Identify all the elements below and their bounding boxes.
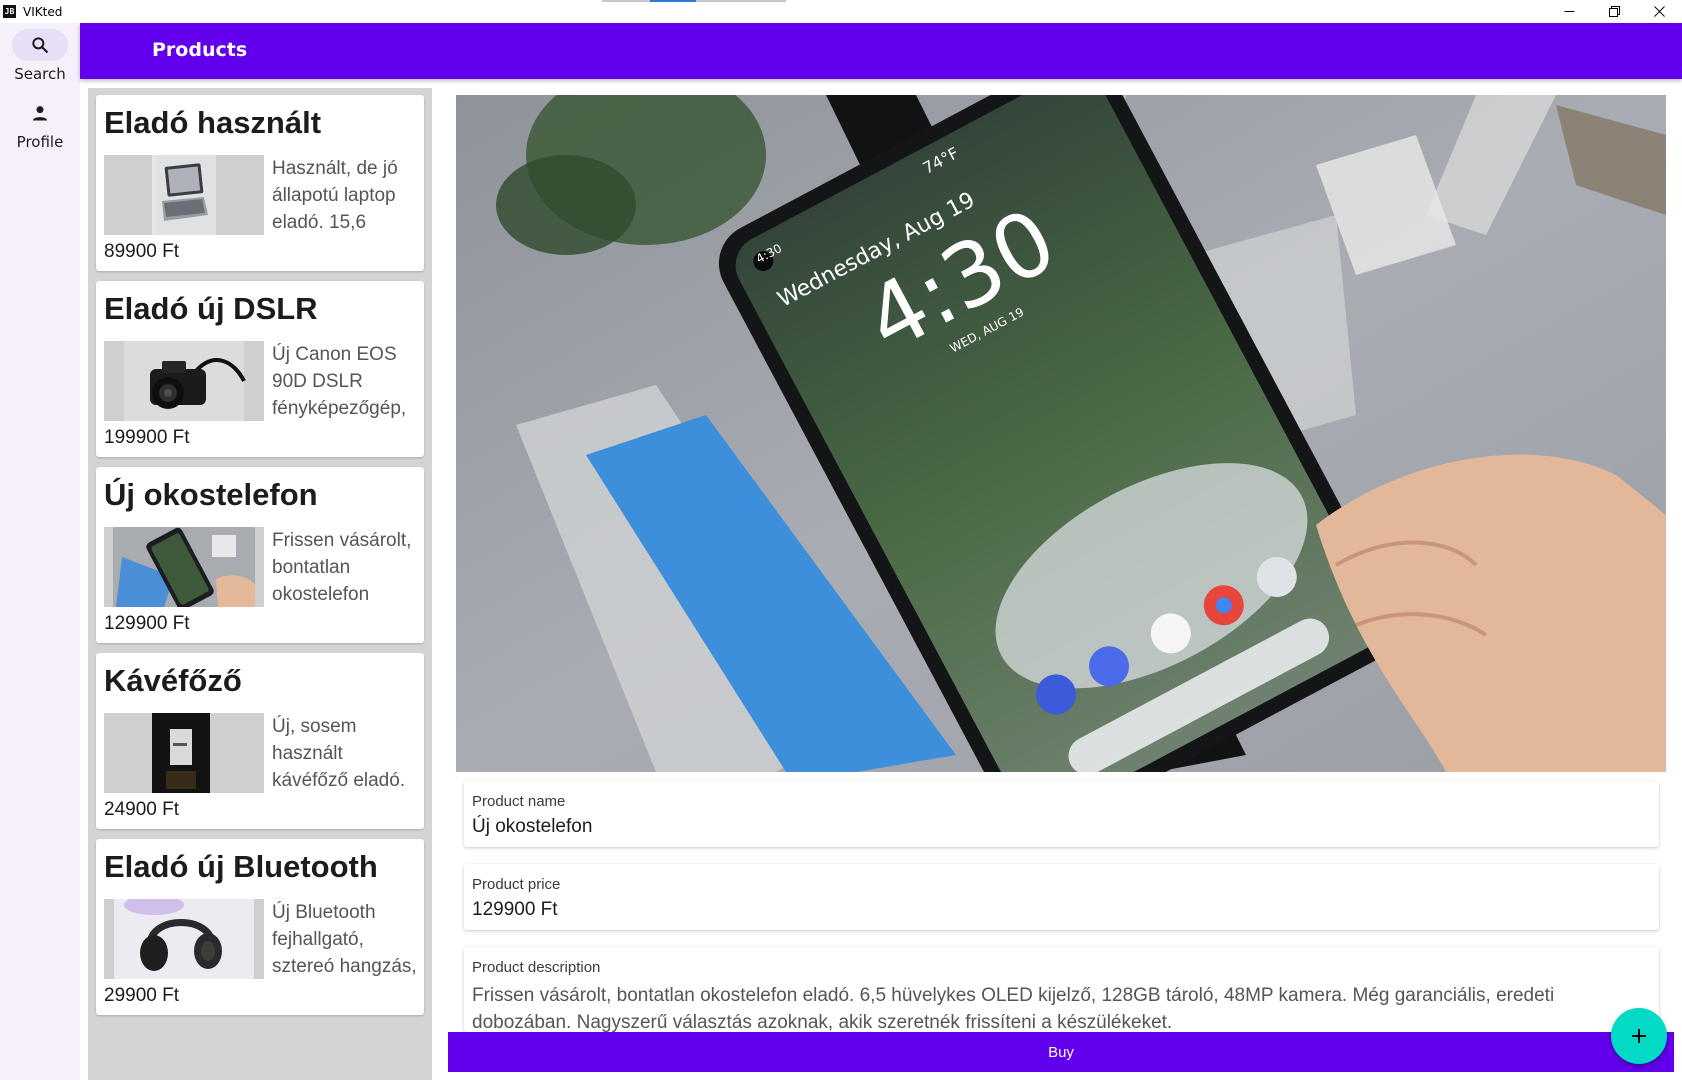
person-icon: [32, 106, 48, 121]
product-price: 24900 Ft: [104, 799, 179, 820]
search-icon: [32, 37, 49, 54]
product-card[interactable]: Eladó új DSLR Új Canon EOS 90D DSLR fény…: [96, 281, 424, 457]
product-image: 4:30 Wednesday, Aug 19 WED, AUG 19 4:30 …: [456, 95, 1666, 772]
product-description-label: Product description: [472, 959, 601, 976]
product-title: Kávéfőző: [104, 663, 242, 698]
nav-item-profile[interactable]: Profile: [0, 97, 80, 151]
top-app-bar: Products: [80, 23, 1682, 79]
product-thumbnail-phone: [104, 527, 264, 607]
nav-item-search[interactable]: Search: [0, 29, 80, 83]
minimize-icon: [1564, 11, 1575, 12]
navigation-rail: Search Profile: [0, 23, 80, 1080]
minimize-button[interactable]: [1547, 0, 1592, 23]
product-title: Eladó új Bluetooth: [104, 849, 378, 884]
restore-button[interactable]: [1592, 0, 1637, 23]
product-list[interactable]: Eladó használt Használt, de jó állapotú …: [88, 88, 432, 1080]
window-title: VIKted: [23, 4, 63, 19]
product-name-value[interactable]: Új okostelefon: [472, 816, 592, 838]
product-title: Eladó új DSLR: [104, 291, 318, 326]
product-title: Új okostelefon: [104, 477, 318, 512]
product-thumbnail-camera: [104, 341, 264, 421]
product-name-field[interactable]: Product name Új okostelefon: [464, 781, 1659, 847]
nav-label-search: Search: [14, 65, 66, 83]
product-description: Új, sosem használt kávéfőző eladó.: [272, 716, 406, 791]
product-description: Frissen vásárolt, bontatlan okostelefon: [272, 530, 412, 605]
product-title: Eladó használt: [104, 105, 322, 140]
add-icon: [1632, 1029, 1646, 1043]
close-icon: [1654, 6, 1665, 17]
product-thumbnail-headphones: [104, 899, 264, 979]
product-price: 89900 Ft: [104, 241, 179, 262]
product-price: 199900 Ft: [104, 427, 190, 448]
product-price: 129900 Ft: [104, 613, 190, 634]
product-thumbnail-coffee-maker: [104, 713, 264, 793]
product-card[interactable]: Eladó új Bluetooth Új Bluetooth fejhallg…: [96, 839, 424, 1015]
product-description-value[interactable]: Frissen vásárolt, bontatlan okostelefon …: [472, 982, 1652, 1032]
buy-button[interactable]: Buy: [448, 1032, 1674, 1072]
product-description: Új Bluetooth fejhallgató, sztereó hangzá…: [272, 902, 417, 977]
nav-label-profile: Profile: [16, 133, 64, 151]
close-button[interactable]: [1637, 0, 1682, 23]
product-description-field[interactable]: Product description Frissen vásárolt, bo…: [464, 947, 1659, 1032]
product-card[interactable]: Eladó használt Használt, de jó állapotú …: [96, 95, 424, 271]
product-thumbnail-laptop: [104, 155, 264, 235]
window-titlebar: JB VIKted: [0, 0, 1682, 23]
product-price: 29900 Ft: [104, 985, 179, 1006]
drag-indicator: [602, 0, 786, 2]
page-title: Products: [152, 39, 248, 61]
app-logo-icon: JB: [3, 5, 16, 18]
product-description: Használt, de jó állapotú laptop eladó. 1…: [272, 158, 398, 233]
restore-icon: [1609, 6, 1620, 17]
product-card[interactable]: Új okostelefon Frissen vásárolt, bontatl…: [96, 467, 424, 643]
product-price-field[interactable]: Product price 129900 Ft: [464, 864, 1659, 930]
product-card[interactable]: Kávéfőző Új, sosem használt kávéfőző ela…: [96, 653, 424, 829]
product-price-label: Product price: [472, 876, 561, 893]
product-name-label: Product name: [472, 793, 566, 810]
product-price-value[interactable]: 129900 Ft: [472, 899, 558, 921]
add-product-button[interactable]: [1611, 1008, 1667, 1064]
product-description: Új Canon EOS 90D DSLR fényképezőgép,: [272, 344, 407, 419]
